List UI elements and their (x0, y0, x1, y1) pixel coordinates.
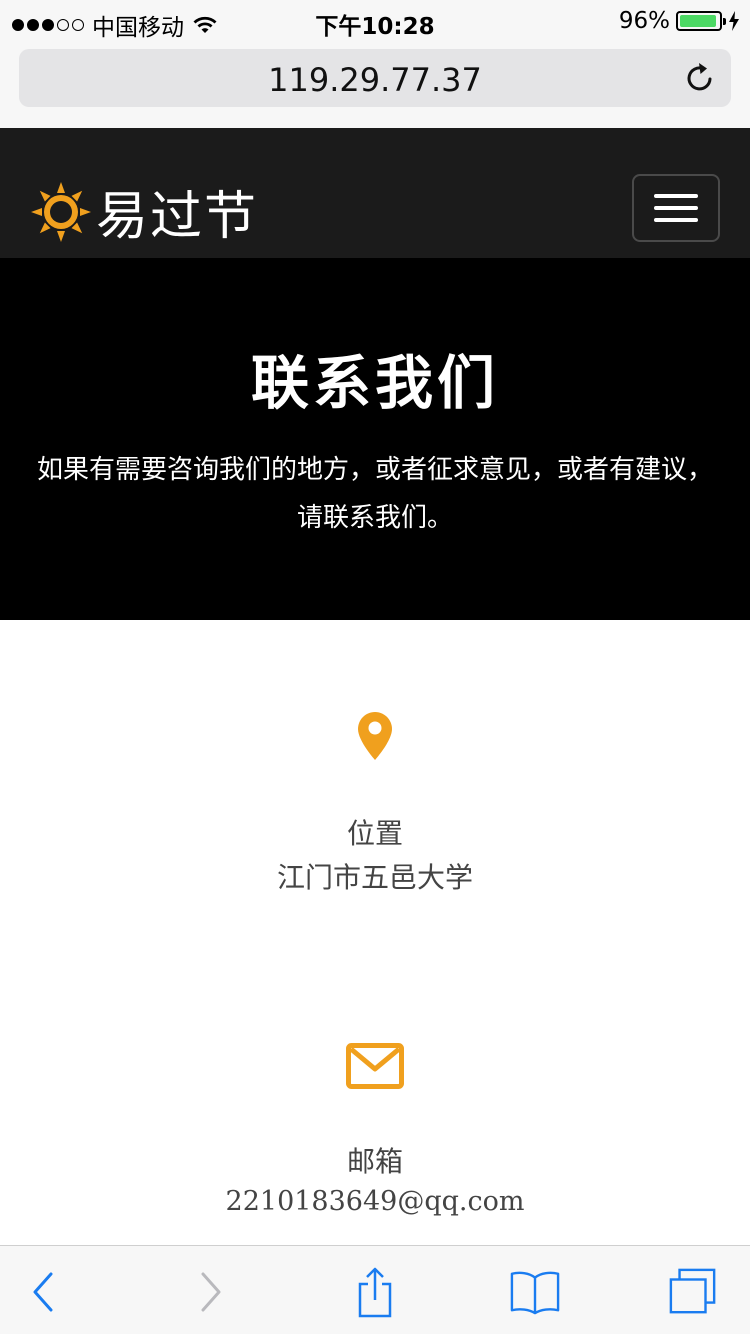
back-icon (33, 1272, 53, 1312)
tabs-button[interactable] (668, 1268, 718, 1316)
bookmarks-button[interactable] (510, 1268, 560, 1316)
hamburger-icon (654, 194, 698, 198)
email-label: 邮箱 (346, 1145, 403, 1178)
envelope-icon (346, 1043, 404, 1089)
hero-description-line-2: 请联系我们。 (296, 503, 453, 533)
tabs-icon (669, 1268, 716, 1314)
brand-name: 易过节 (96, 187, 259, 247)
back-button[interactable] (18, 1268, 68, 1316)
share-icon (358, 1267, 392, 1318)
location-value: 江门市五邑大学 (276, 861, 473, 894)
site-navbar: 易过节 (0, 128, 750, 258)
page-title: 联系我们 (250, 349, 499, 417)
charging-icon (729, 11, 739, 31)
browser-toolbar (0, 1245, 750, 1334)
share-button[interactable] (350, 1267, 400, 1318)
brand-logo[interactable]: 易过节 (30, 174, 258, 249)
map-marker-icon (358, 712, 392, 760)
browser-address-area: 119.29.77.37 (0, 40, 750, 128)
status-bar: 中国移动 下午10:28 96% (0, 0, 750, 41)
email-value[interactable]: 2210183649@qq.com (0, 1186, 750, 1217)
sun-icon (31, 181, 91, 242)
hero-description-line-1: 如果有需要咨询我们的地方，或者征求意见，或者有建议， (36, 455, 713, 485)
battery-percent: 96% (618, 8, 670, 34)
forward-button[interactable] (186, 1268, 236, 1316)
reload-icon[interactable] (683, 61, 717, 95)
hero-section: 联系我们 如果有需要咨询我们的地方，或者征求意见，或者有建议， 请联系我们。 (0, 258, 750, 620)
contact-section: 位置 江门市五邑大学 邮箱 2210183649@qq.com (0, 620, 750, 1245)
address-bar[interactable]: 119.29.77.37 (19, 49, 731, 107)
battery-icon (676, 11, 726, 31)
bookmarks-icon (510, 1271, 560, 1315)
location-label: 位置 (346, 817, 403, 850)
forward-icon (201, 1272, 221, 1312)
url-text[interactable]: 119.29.77.37 (19, 61, 731, 99)
hero-description: 如果有需要咨询我们的地方，或者征求意见，或者有建议， 请联系我们。 (8, 446, 742, 542)
status-right: 96% (619, 8, 740, 34)
hamburger-menu-button[interactable] (632, 174, 720, 242)
